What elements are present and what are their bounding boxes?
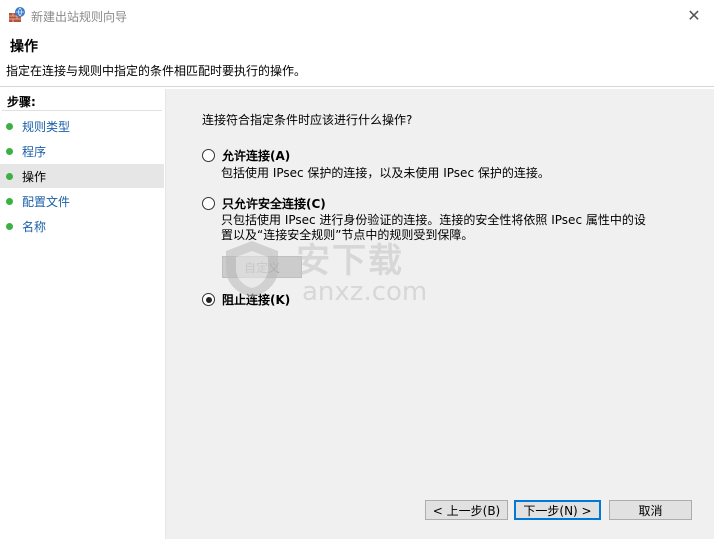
green-dot-icon	[6, 222, 13, 230]
allow-connection-option[interactable]: 允许连接(A)	[202, 147, 290, 164]
back-button[interactable]: < 上一步(B)	[425, 500, 508, 520]
allow-description: 包括使用 IPsec 保护的连接，以及未使用 IPsec 保护的连接。	[221, 166, 550, 180]
firewall-icon	[9, 7, 25, 22]
wizard-header: 操作 指定在连接与规则中指定的条件相匹配时要执行的操作。	[0, 32, 714, 88]
allow-label: 允许连接(A)	[222, 149, 291, 163]
sidebar-item-program[interactable]: 程序	[0, 139, 164, 163]
title-bar: 新建出站规则向导 ✕	[0, 0, 714, 32]
green-dot-icon	[6, 122, 13, 130]
green-dot-icon	[6, 172, 13, 180]
main-content: 连接符合指定条件时应该进行什么操作? 允许连接(A) 包括使用 IPsec 保护…	[166, 89, 714, 539]
sidebar-item-label: 规则类型	[22, 119, 71, 134]
secure-radio[interactable]	[202, 197, 215, 210]
allow-radio[interactable]	[202, 149, 215, 162]
sidebar-item-label: 操作	[22, 169, 47, 184]
sidebar-item-name[interactable]: 名称	[0, 214, 164, 238]
sidebar-item-label: 名称	[22, 219, 47, 234]
close-icon[interactable]: ✕	[682, 4, 706, 26]
sidebar-item-label: 程序	[22, 144, 47, 159]
block-connection-option[interactable]: 阻止连接(K)	[202, 291, 290, 308]
block-label: 阻止连接(K)	[222, 293, 291, 307]
green-dot-icon	[6, 147, 13, 155]
green-dot-icon	[6, 197, 13, 205]
steps-sidebar: 步骤: 规则类型 程序 操作 配置文件 名称	[0, 89, 165, 539]
page-title: 操作	[10, 39, 38, 55]
next-button[interactable]: 下一步(N) >	[514, 500, 601, 520]
steps-label: 步骤:	[7, 95, 36, 109]
sidebar-item-action[interactable]: 操作	[0, 164, 164, 188]
block-radio[interactable]	[202, 293, 215, 306]
page-description: 指定在连接与规则中指定的条件相匹配时要执行的操作。	[6, 64, 307, 78]
sidebar-item-label: 配置文件	[22, 194, 71, 209]
sidebar-item-rule-type[interactable]: 规则类型	[0, 114, 164, 138]
steps-divider	[2, 110, 162, 111]
action-question: 连接符合指定条件时应该进行什么操作?	[202, 113, 413, 127]
cancel-button[interactable]: 取消	[609, 500, 692, 520]
secure-connection-option[interactable]: 只允许安全连接(C)	[202, 195, 326, 212]
header-divider	[0, 86, 714, 87]
window-title: 新建出站规则向导	[31, 10, 128, 24]
secure-label: 只允许安全连接(C)	[222, 197, 326, 211]
secure-description-line2: 置以及“连接安全规则”节点中的规则受到保障。	[221, 228, 474, 242]
secure-description-line1: 只包括使用 IPsec 进行身份验证的连接。连接的安全性将依照 IPsec 属性…	[221, 213, 646, 227]
sidebar-item-profile[interactable]: 配置文件	[0, 189, 164, 213]
customize-button[interactable]: 自定义	[222, 256, 302, 278]
